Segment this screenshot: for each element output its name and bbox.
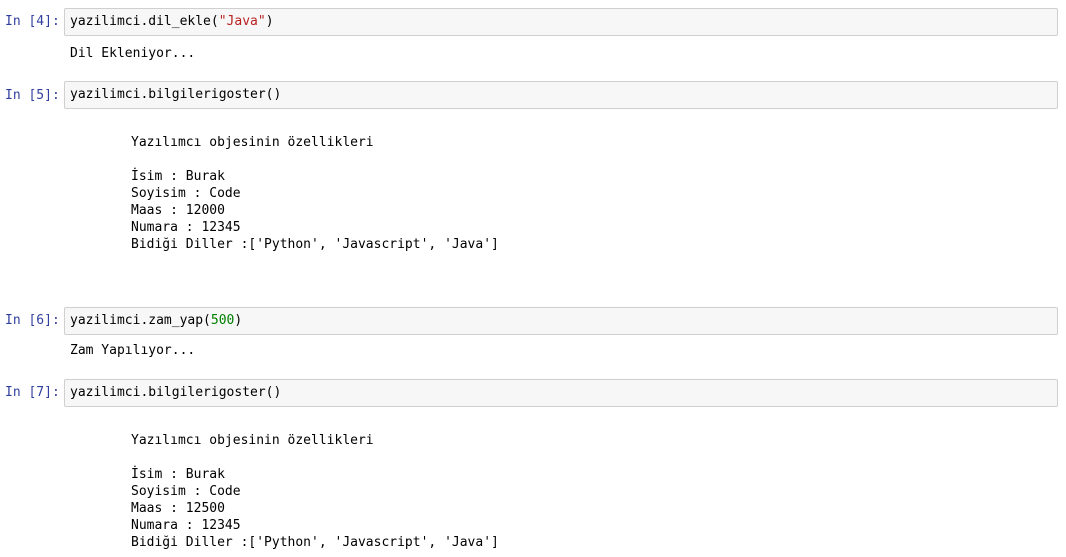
input-prompt: In [5]: — [5, 88, 60, 103]
output-line: Numara : 12345 — [131, 220, 241, 235]
cell-output: Yazılımcı objesinin özellikleri İsim : B… — [131, 134, 499, 253]
output-heading: Yazılımcı objesinin özellikleri — [131, 135, 374, 150]
output-line: İsim : Burak — [131, 467, 225, 482]
code-number-arg: 500 — [210, 313, 235, 328]
cell-output: Dil Ekleniyor... — [70, 46, 196, 61]
code-input[interactable]: yazilimci.bilgilerigoster() — [64, 379, 1058, 407]
code-text: yazilimci.bilgilerigoster() — [70, 385, 282, 400]
input-prompt: In [4]: — [5, 14, 60, 29]
output-blank-line — [131, 449, 499, 466]
code-string-arg: "Java" — [218, 14, 266, 29]
code-input[interactable]: yazilimci.bilgilerigoster() — [64, 81, 1058, 109]
output-line: Bidiği Diller :['Python', 'Javascript', … — [131, 237, 499, 252]
code-input[interactable]: yazilimci.zam_yap(500) — [64, 307, 1058, 335]
code-text-end: ) — [265, 14, 274, 29]
output-line: Soyisim : Code — [131, 484, 241, 499]
code-input[interactable]: yazilimci.dil_ekle("Java") — [64, 8, 1058, 36]
output-heading: Yazılımcı objesinin özellikleri — [131, 433, 374, 448]
output-blank-line — [131, 151, 499, 168]
input-prompt: In [6]: — [5, 313, 60, 328]
code-text: yazilimci.dil_ekle( — [70, 14, 219, 29]
code-text: yazilimci.zam_yap( — [70, 313, 211, 328]
output-line: Soyisim : Code — [131, 186, 241, 201]
output-line: Numara : 12345 — [131, 518, 241, 533]
output-line: Maas : 12500 — [131, 501, 225, 516]
cell-output: Yazılımcı objesinin özellikleri İsim : B… — [131, 432, 499, 551]
output-line: İsim : Burak — [131, 169, 225, 184]
code-text-end: ) — [234, 313, 243, 328]
output-line: Maas : 12000 — [131, 203, 225, 218]
output-line: Bidiği Diller :['Python', 'Javascript', … — [131, 535, 499, 550]
code-text: yazilimci.bilgilerigoster() — [70, 87, 282, 102]
input-prompt: In [7]: — [5, 385, 60, 400]
cell-output: Zam Yapılıyor... — [70, 343, 196, 358]
